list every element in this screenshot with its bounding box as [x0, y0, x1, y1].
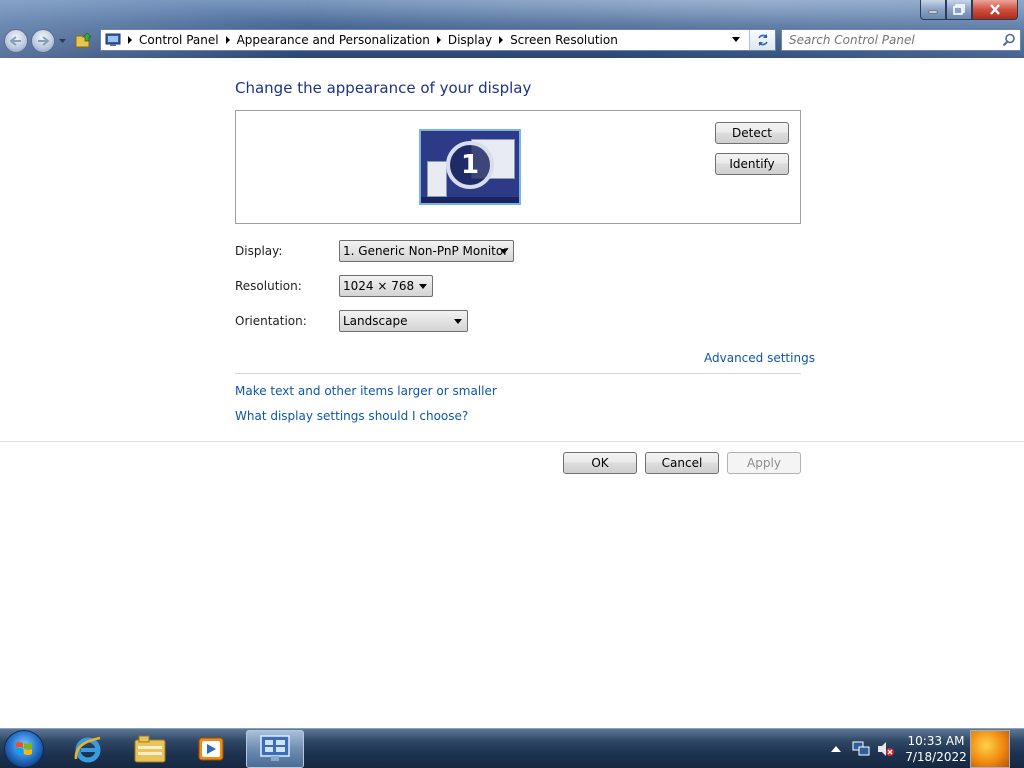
refresh-icon — [757, 34, 768, 46]
close-button[interactable] — [972, 0, 1018, 20]
address-dropdown-button[interactable] — [727, 30, 745, 50]
display-label: Display: — [235, 244, 283, 258]
refresh-button[interactable] — [749, 30, 775, 50]
chevron-down-icon — [732, 37, 740, 42]
network-icon[interactable] — [852, 741, 870, 757]
search-icon[interactable] — [1002, 33, 1016, 47]
control-panel-icon — [105, 33, 121, 46]
chevron-down-icon — [500, 249, 508, 254]
chevron-right-icon[interactable] — [492, 36, 510, 44]
media-player-button[interactable] — [183, 730, 239, 768]
start-button[interactable] — [4, 730, 44, 768]
crumb-screen-resolution[interactable]: Screen Resolution — [510, 33, 618, 47]
windows-logo-icon — [16, 742, 32, 755]
text-size-link[interactable]: Make text and other items larger or smal… — [235, 384, 497, 398]
crumb-control-panel[interactable]: Control Panel — [139, 33, 219, 47]
restore-icon — [953, 4, 965, 15]
breadcrumb: Control Panel Appearance and Personaliza… — [121, 30, 618, 50]
chevron-right-icon[interactable] — [219, 36, 237, 44]
crumb-appearance[interactable]: Appearance and Personalization — [237, 33, 430, 47]
monitor-arrangement-area: 1 Detect Identify — [235, 110, 801, 224]
up-folder-icon[interactable] — [74, 30, 94, 50]
window-chrome: Control Panel Appearance and Personaliza… — [0, 0, 1024, 58]
maximize-button[interactable] — [946, 0, 972, 20]
divider — [0, 441, 1024, 442]
resolution-value: 1024 × 768 — [343, 279, 415, 293]
detect-button[interactable]: Detect — [715, 122, 789, 144]
media-player-icon — [198, 737, 224, 761]
display-settings-help-link[interactable]: What display settings should I choose? — [235, 409, 468, 423]
chevron-right-icon[interactable] — [121, 36, 139, 44]
resolution-label: Resolution: — [235, 279, 302, 293]
window-thumbnail — [427, 161, 447, 197]
monitor-number: 1 — [460, 150, 480, 180]
chevron-down-icon — [454, 319, 462, 324]
search-box[interactable] — [781, 29, 1021, 51]
internet-explorer-button[interactable] — [60, 730, 116, 768]
recent-pages-chevron-icon[interactable] — [58, 37, 67, 45]
advanced-settings-link[interactable]: Advanced settings — [704, 351, 815, 365]
taskbar: 10:33 AM 7/18/2022 — [0, 728, 1024, 768]
windows-explorer-button[interactable] — [122, 730, 178, 768]
clock[interactable]: 10:33 AM 7/18/2022 — [904, 733, 968, 765]
clock-time: 10:33 AM — [907, 734, 965, 748]
chevron-right-icon[interactable] — [430, 36, 448, 44]
close-icon — [990, 4, 1000, 15]
display-select[interactable]: 1. Generic Non-PnP Monitor — [339, 240, 514, 262]
arrow-right-icon — [38, 36, 49, 46]
show-hidden-icons-icon[interactable] — [831, 745, 841, 753]
control-panel-taskbar-button[interactable] — [246, 730, 304, 768]
orientation-select[interactable]: Landscape — [339, 310, 468, 332]
caption-buttons — [920, 0, 1018, 20]
taskbar-thumbnail — [421, 197, 519, 203]
address-bar[interactable]: Control Panel Appearance and Personaliza… — [100, 29, 776, 51]
search-input[interactable] — [789, 33, 999, 47]
clock-date: 7/18/2022 — [905, 750, 967, 764]
page-title: Change the appearance of your display — [235, 79, 532, 97]
monitor-1-thumbnail[interactable]: 1 — [419, 129, 521, 205]
show-desktop-button[interactable] — [970, 730, 1010, 768]
apply-button[interactable]: Apply — [727, 452, 801, 474]
cancel-button[interactable]: Cancel — [645, 452, 719, 474]
minimize-button[interactable] — [920, 0, 946, 20]
internet-explorer-icon — [74, 736, 101, 763]
crumb-display[interactable]: Display — [448, 33, 492, 47]
windows-explorer-icon — [134, 735, 166, 763]
ok-button[interactable]: OK — [563, 452, 637, 474]
resolution-select[interactable]: 1024 × 768 — [339, 275, 433, 297]
arrow-left-icon — [10, 36, 21, 46]
display-value: 1. Generic Non-PnP Monitor — [343, 244, 509, 258]
volume-muted-icon[interactable] — [877, 741, 895, 757]
chevron-down-icon — [419, 284, 427, 289]
orientation-label: Orientation: — [235, 314, 307, 328]
forward-button[interactable] — [31, 29, 55, 53]
main-content: Change the appearance of your display 1 … — [0, 58, 1024, 728]
minimize-icon — [928, 10, 938, 13]
identify-button[interactable]: Identify — [715, 153, 789, 175]
control-panel-icon — [260, 735, 290, 761]
back-button[interactable] — [4, 29, 28, 53]
divider — [235, 373, 801, 374]
orientation-value: Landscape — [343, 314, 408, 328]
monitor-number-badge: 1 — [446, 141, 494, 189]
screen-resolution-window: Control Panel Appearance and Personaliza… — [0, 0, 1024, 768]
